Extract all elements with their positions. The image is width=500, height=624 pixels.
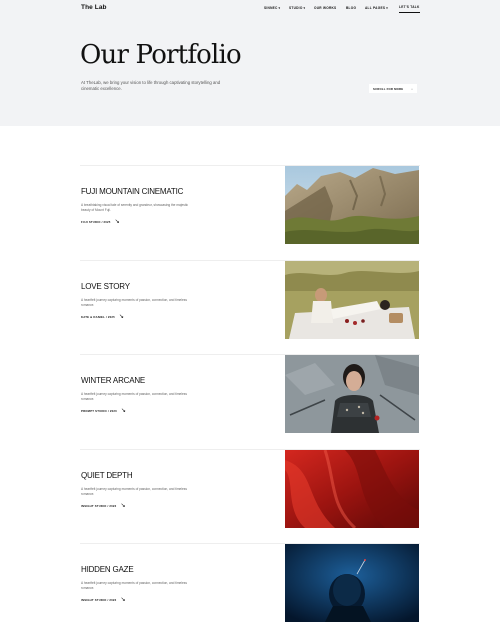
nav-item-sinnec[interactable]: SINNEC▾ <box>264 6 280 10</box>
project-meta[interactable]: INSIGHT STUDIO / 2022 ↘ <box>81 502 126 509</box>
project-meta[interactable]: PROMPT STUDIO / 2020 ↘ <box>81 407 126 414</box>
scroll-for-more-button[interactable]: SCROLL FOR MORE ↓ <box>369 84 417 93</box>
project-title[interactable]: FUJI MOUNTAIN CINEMATIC <box>81 187 183 196</box>
project-description: A heartfelt journey capturing moments of… <box>81 581 187 590</box>
arrow-diagonal-icon: ↘ <box>120 408 127 414</box>
project-meta[interactable]: KATE & DANIEL / 2025 ↘ <box>81 313 124 320</box>
hero-intro: At TheLab, we bring your vision to life … <box>81 80 221 91</box>
arrow-down-icon: ↓ <box>411 86 413 91</box>
nav-item-blog[interactable]: BLOG <box>346 6 356 10</box>
arrow-diagonal-icon: ↘ <box>118 314 125 320</box>
project-image-blue[interactable] <box>285 544 419 622</box>
project-title[interactable]: HIDDEN GAZE <box>81 565 134 574</box>
arrow-diagonal-icon: ↘ <box>120 503 126 509</box>
project-description: A heartfelt journey capturing moments of… <box>81 298 187 307</box>
project-card: FUJI MOUNTAIN CINEMATIC A breathtaking v… <box>80 165 420 246</box>
nav-item-all-pages[interactable]: ALL PAGES▾ <box>365 6 388 10</box>
chevron-down-icon: ▾ <box>303 6 306 10</box>
nav-item-studio[interactable]: STUDIO▾ <box>289 6 305 10</box>
project-meta[interactable]: FUJI STUDIO / 2025 ↘ <box>81 218 120 225</box>
project-image-mountain[interactable] <box>285 166 419 244</box>
project-meta[interactable]: INSIGHT STUDIO / 2022 ↘ <box>81 596 126 603</box>
arrow-diagonal-icon: ↘ <box>120 597 126 603</box>
project-card: LOVE STORY A heartfelt journey capturing… <box>80 260 420 341</box>
project-title[interactable]: LOVE STORY <box>81 282 130 291</box>
project-title[interactable]: QUIET DEPTH <box>81 471 133 480</box>
project-title[interactable]: WINTER ARCANE <box>81 376 145 385</box>
project-image-portrait[interactable] <box>285 355 419 433</box>
project-image-picnic[interactable] <box>285 261 419 339</box>
project-description: A breathtaking visual tale of serenity a… <box>81 203 189 212</box>
page-title: Our Portfolio <box>80 40 242 70</box>
nav-item-our-works[interactable]: OUR WORKS <box>314 6 336 10</box>
project-card: QUIET DEPTH A heartfelt journey capturin… <box>80 449 420 530</box>
hero-section: The Lab SINNEC▾ STUDIO▾ OUR WORKS BLOG A… <box>0 0 500 126</box>
project-card: HIDDEN GAZE A heartfelt journey capturin… <box>80 543 420 624</box>
project-card: WINTER ARCANE A heartfelt journey captur… <box>80 354 420 435</box>
logo[interactable]: The Lab <box>81 4 107 11</box>
project-description: A heartfelt journey capturing moments of… <box>81 392 187 401</box>
chevron-down-icon: ▾ <box>278 6 281 10</box>
chevron-down-icon: ▾ <box>386 6 388 10</box>
project-image-red[interactable] <box>285 450 419 528</box>
arrow-diagonal-icon: ↘ <box>114 219 120 225</box>
lets-talk-link[interactable]: LET'S TALK <box>399 5 420 13</box>
project-description: A heartfelt journey capturing moments of… <box>81 487 187 496</box>
